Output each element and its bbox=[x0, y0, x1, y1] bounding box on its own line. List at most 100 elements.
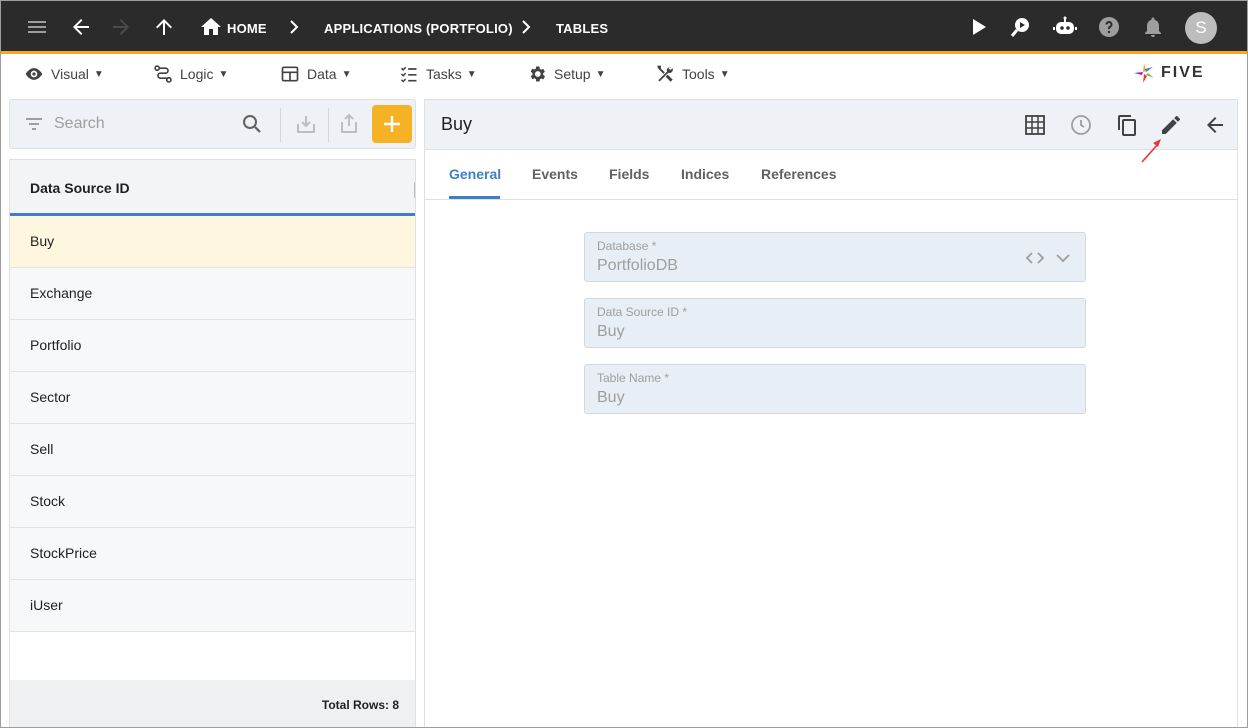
home-icon[interactable] bbox=[199, 15, 223, 39]
top-navigation-bar: HOME APPLICATIONS (PORTFOLIO) TABLES S bbox=[1, 1, 1247, 54]
record-detail-panel: Buy General Events Fields Indices Refere… bbox=[424, 99, 1238, 727]
bot-icon[interactable] bbox=[1053, 15, 1077, 39]
list-item-label: Stock bbox=[30, 493, 66, 509]
menu-tools-label: Tools bbox=[682, 66, 715, 82]
tab-general[interactable]: General bbox=[449, 166, 501, 182]
app-window: HOME APPLICATIONS (PORTFOLIO) TABLES S V… bbox=[0, 0, 1248, 728]
list-item[interactable]: Exchange bbox=[10, 268, 415, 320]
list-footer: Total Rows: 8 bbox=[10, 680, 415, 727]
list-item[interactable]: Sell bbox=[10, 424, 415, 476]
toolbar-divider bbox=[280, 108, 281, 142]
filter-icon[interactable] bbox=[22, 112, 46, 136]
active-tab-indicator bbox=[449, 196, 500, 199]
list-item-label: Buy bbox=[30, 233, 55, 249]
list-item[interactable]: Stock bbox=[10, 476, 415, 528]
list-column-header[interactable]: Data Source ID bbox=[10, 160, 415, 216]
menu-tasks-label: Tasks bbox=[426, 66, 462, 82]
column-resize-handle[interactable] bbox=[414, 182, 415, 198]
data-source-id-value: Buy bbox=[597, 323, 625, 340]
database-field-label: Database * bbox=[597, 239, 657, 253]
caret-down-icon: ▼ bbox=[466, 68, 477, 80]
menu-setup-label: Setup bbox=[554, 66, 591, 82]
tools-icon bbox=[657, 65, 673, 82]
total-rows-count: Total Rows: 8 bbox=[321, 698, 399, 712]
toolbar-divider bbox=[328, 108, 329, 142]
help-icon[interactable] bbox=[1097, 15, 1121, 39]
tab-references[interactable]: References bbox=[761, 166, 837, 182]
database-field[interactable]: Database * PortfolioDB bbox=[584, 232, 1086, 282]
play-icon[interactable] bbox=[966, 15, 990, 39]
tab-events[interactable]: Events bbox=[532, 166, 578, 182]
list-item[interactable]: Portfolio bbox=[10, 320, 415, 372]
list-empty-space bbox=[10, 632, 415, 680]
annotation-arrow-icon bbox=[1141, 139, 1161, 163]
search-icon[interactable] bbox=[240, 112, 264, 136]
list-item[interactable]: StockPrice bbox=[10, 528, 415, 580]
five-logo-icon bbox=[1134, 63, 1154, 83]
search-input[interactable]: Search bbox=[54, 115, 105, 133]
table-name-field[interactable]: Table Name * Buy bbox=[584, 364, 1086, 414]
menu-logic[interactable]: Logic ▼ bbox=[153, 62, 228, 86]
caret-down-icon: ▼ bbox=[218, 68, 229, 80]
caret-down-icon: ▼ bbox=[719, 68, 730, 80]
list-toolbar: Search bbox=[9, 99, 416, 149]
menu-logic-label: Logic bbox=[180, 66, 214, 82]
caret-down-icon: ▼ bbox=[595, 68, 606, 80]
menu-tasks[interactable]: Tasks ▼ bbox=[399, 62, 477, 86]
list-item-label: iUser bbox=[30, 597, 63, 613]
export-icon[interactable] bbox=[337, 112, 361, 136]
copy-icon[interactable] bbox=[1115, 113, 1139, 137]
list-item-label: Sell bbox=[30, 441, 54, 457]
code-icon[interactable] bbox=[1025, 249, 1045, 267]
checklist-icon bbox=[400, 66, 417, 83]
caret-down-icon: ▼ bbox=[341, 68, 352, 80]
list-item-label: Sector bbox=[30, 389, 71, 405]
tab-fields[interactable]: Fields bbox=[609, 166, 649, 182]
record-title: Buy bbox=[441, 114, 473, 134]
menu-icon[interactable] bbox=[25, 15, 49, 39]
five-logo: FIVE bbox=[1131, 61, 1226, 85]
caret-down-icon: ▼ bbox=[93, 68, 104, 80]
history-icon[interactable] bbox=[1069, 113, 1093, 137]
list-item-label: Exchange bbox=[30, 285, 93, 301]
add-button[interactable] bbox=[372, 105, 412, 143]
breadcrumb-applications[interactable]: APPLICATIONS (PORTFOLIO) bbox=[324, 21, 513, 36]
list-item[interactable]: iUser bbox=[10, 580, 415, 632]
avatar[interactable]: S bbox=[1185, 12, 1217, 44]
data-source-list: Data Source ID Buy Exchange Portfolio Se… bbox=[9, 159, 416, 727]
menu-data[interactable]: Data ▼ bbox=[280, 62, 351, 86]
logo-text: FIVE bbox=[1161, 64, 1205, 81]
main-menu-bar: Visual ▼ Logic ▼ Data ▼ Tasks ▼ Setup ▼ … bbox=[1, 54, 1247, 94]
import-icon[interactable] bbox=[294, 112, 318, 136]
list-item-label: Portfolio bbox=[30, 337, 82, 353]
logic-flow-icon bbox=[154, 65, 172, 83]
menu-visual-label: Visual bbox=[51, 66, 89, 82]
grid-view-icon[interactable] bbox=[1023, 113, 1047, 137]
data-source-id-field[interactable]: Data Source ID * Buy bbox=[584, 298, 1086, 348]
table-name-label: Table Name * bbox=[597, 371, 670, 385]
list-item[interactable]: Sector bbox=[10, 372, 415, 424]
menu-setup[interactable]: Setup ▼ bbox=[527, 62, 606, 86]
plus-icon bbox=[384, 116, 400, 132]
record-tabs: General Events Fields Indices References bbox=[425, 150, 1237, 200]
chevron-down-icon[interactable] bbox=[1053, 249, 1073, 267]
search-chat-icon[interactable] bbox=[1009, 15, 1033, 39]
chevron-right-icon bbox=[290, 20, 299, 34]
back-arrow-icon[interactable] bbox=[1203, 113, 1227, 137]
chevron-right-icon bbox=[522, 20, 531, 34]
breadcrumb-tables[interactable]: TABLES bbox=[556, 21, 608, 36]
tab-indices[interactable]: Indices bbox=[681, 166, 729, 182]
column-header-label: Data Source ID bbox=[30, 180, 130, 196]
up-arrow-icon[interactable] bbox=[152, 15, 176, 39]
back-arrow-icon[interactable] bbox=[69, 15, 93, 39]
menu-tools[interactable]: Tools ▼ bbox=[655, 62, 730, 86]
eye-icon bbox=[25, 68, 43, 80]
forward-arrow-icon[interactable] bbox=[109, 15, 133, 39]
menu-data-label: Data bbox=[307, 66, 337, 82]
menu-visual[interactable]: Visual ▼ bbox=[24, 62, 104, 86]
edit-pencil-icon[interactable] bbox=[1159, 113, 1183, 137]
bell-icon[interactable] bbox=[1141, 15, 1165, 39]
gear-icon bbox=[530, 66, 545, 82]
breadcrumb-home[interactable]: HOME bbox=[227, 21, 267, 36]
list-item[interactable]: Buy bbox=[10, 216, 415, 268]
